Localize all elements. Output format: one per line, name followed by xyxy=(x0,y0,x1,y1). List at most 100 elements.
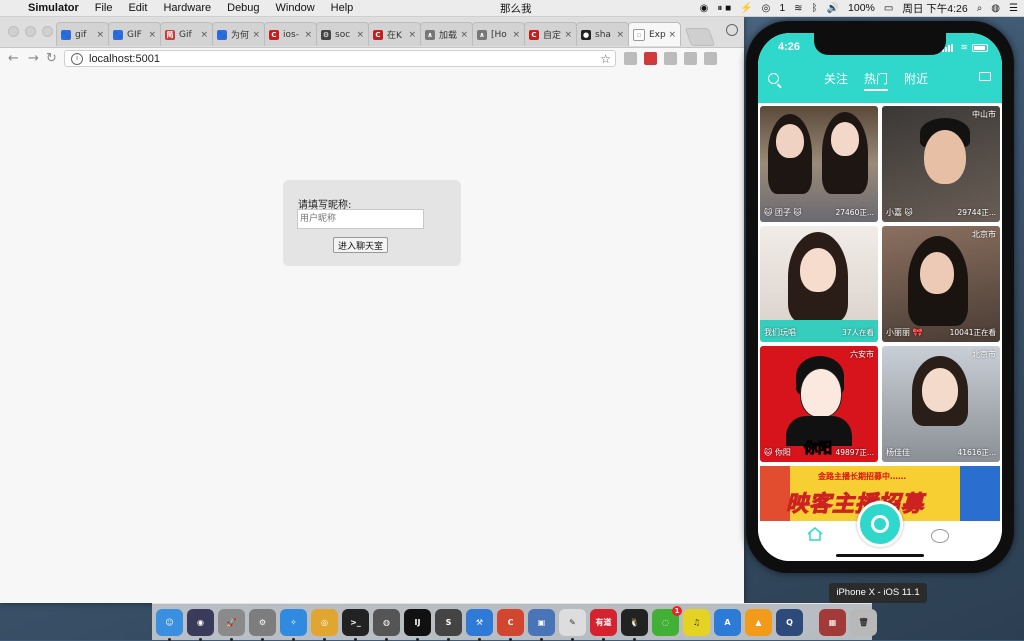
battery-percent[interactable]: 100% xyxy=(848,2,875,14)
siri-icon[interactable]: ◍ xyxy=(991,3,1000,14)
close-tab-icon[interactable]: × xyxy=(252,30,260,40)
menu-debug[interactable]: Debug xyxy=(227,2,259,14)
search-icon[interactable] xyxy=(768,73,779,84)
zoom-window-button[interactable] xyxy=(42,26,53,37)
volume-icon[interactable]: 🔊 xyxy=(827,3,839,14)
menu-app-name[interactable]: Simulator xyxy=(28,2,79,14)
lightning-icon[interactable]: ⚡ xyxy=(740,3,752,14)
menu-help[interactable]: Help xyxy=(331,2,354,14)
browser-tab[interactable]: ▫ Exp × xyxy=(628,22,681,46)
browser-tab[interactable]: ● sha × xyxy=(576,22,629,46)
address-bar[interactable]: i localhost:5001 ☆ xyxy=(64,50,616,67)
back-arrow-icon[interactable]: ← xyxy=(8,51,19,66)
reload-icon[interactable]: ↻ xyxy=(46,51,57,66)
close-tab-icon[interactable]: × xyxy=(512,30,520,40)
dock-app-wechat-icon[interactable]: ◌ 1 xyxy=(652,605,682,636)
browser-tab[interactable]: ∧ 加载 × xyxy=(420,22,473,46)
menu-hardware[interactable]: Hardware xyxy=(163,2,211,14)
bluetooth-icon[interactable]: ᛒ xyxy=(812,3,818,14)
tab-hot[interactable]: 热门 xyxy=(864,70,889,91)
minimize-window-button[interactable] xyxy=(25,26,36,37)
dock-app-sublime-icon[interactable]: S xyxy=(435,608,462,641)
close-tab-icon[interactable]: × xyxy=(668,30,676,40)
live-room-card[interactable]: 你阳 六安市 🐱 你阳 49897正... xyxy=(760,346,878,462)
browser-tab[interactable]: ∧ [Ho × xyxy=(472,22,525,46)
tab-nearby[interactable]: 附近 xyxy=(904,70,928,91)
browser-tab[interactable]: Cios- × xyxy=(264,22,317,46)
home-icon[interactable] xyxy=(807,527,823,541)
dock-app-intellij-icon[interactable]: IJ xyxy=(404,608,431,641)
dock-app-app-store-icon[interactable]: A xyxy=(714,608,741,636)
home-indicator[interactable] xyxy=(836,554,924,557)
extension-icon[interactable] xyxy=(664,52,677,65)
browser-tab[interactable]: C 在K × xyxy=(368,22,421,46)
menu-window[interactable]: Window xyxy=(276,2,315,14)
record-icon[interactable]: ◉ xyxy=(700,3,709,14)
menu-file[interactable]: File xyxy=(95,2,113,14)
dock-app-terminal-icon[interactable]: >_ xyxy=(342,608,369,641)
browser-tab[interactable]: C 自定 × xyxy=(524,22,577,46)
profile-icon[interactable] xyxy=(931,529,949,543)
message-icon[interactable] xyxy=(979,72,991,81)
media-controls-icon[interactable]: ⏸ ■ xyxy=(717,3,731,14)
close-tab-icon[interactable]: × xyxy=(356,30,364,40)
site-info-icon[interactable]: i xyxy=(71,52,83,65)
live-room-card[interactable]: 中山市 小嘉 🐱 29744正... xyxy=(882,106,1000,222)
close-tab-icon[interactable]: × xyxy=(304,30,312,40)
menu-edit[interactable]: Edit xyxy=(128,2,147,14)
dock-app-quicktime-icon[interactable]: Q xyxy=(776,608,803,636)
notification-center-icon[interactable]: ☰ xyxy=(1009,3,1018,14)
close-tab-icon[interactable]: × xyxy=(616,30,624,40)
browser-tab[interactable]: ⚙ soc × xyxy=(316,22,369,46)
close-window-button[interactable] xyxy=(8,26,19,37)
browser-tab[interactable]: 🐾 GIF × xyxy=(108,22,161,46)
dock-app-launchpad-icon[interactable]: 🚀 xyxy=(218,608,245,641)
extension-icon[interactable] xyxy=(684,52,697,65)
live-room-card[interactable]: 北京市 小丽丽 🎀 10041正在看 xyxy=(882,226,1000,342)
close-tab-icon[interactable]: × xyxy=(460,30,468,40)
close-tab-icon[interactable]: × xyxy=(408,30,416,40)
bookmark-star-icon[interactable]: ☆ xyxy=(600,52,611,66)
spotlight-icon[interactable]: ⌕ xyxy=(977,3,983,14)
dock-app-xcode-icon[interactable]: ⚒ xyxy=(466,608,493,641)
dock-app-system-preferences-icon[interactable]: ⚙ xyxy=(249,608,276,641)
dock-app-youdao-icon[interactable]: 有道 xyxy=(590,608,617,641)
dock-app-safari-icon[interactable]: ✧ xyxy=(280,608,307,641)
extension-icon[interactable] xyxy=(624,52,637,65)
wifi-icon[interactable]: ≋ xyxy=(794,3,802,14)
dock-app-vlc-icon[interactable]: ▲ xyxy=(745,608,772,636)
enter-chatroom-button[interactable]: 进入聊天室 xyxy=(333,237,388,253)
dock-app-preview-icon[interactable]: ▣ xyxy=(528,608,555,641)
live-room-card[interactable]: 🐱 团子 🐱 27460正... xyxy=(760,106,878,222)
close-tab-icon[interactable]: × xyxy=(564,30,572,40)
browser-tab[interactable]: 简 Gif × xyxy=(160,22,213,46)
tab-following[interactable]: 关注 xyxy=(824,70,848,91)
profile-icon[interactable] xyxy=(726,24,738,36)
nickname-input[interactable] xyxy=(297,209,424,229)
dock-app-trash-icon[interactable]: 🗑 xyxy=(850,608,877,636)
dock-app-music-icon[interactable]: ♫ xyxy=(683,608,710,636)
browser-tab[interactable]: 🐾 gif × xyxy=(56,22,109,46)
dock-app-photo-booth-icon[interactable]: ▦ xyxy=(819,608,846,636)
close-tab-icon[interactable]: × xyxy=(200,30,208,40)
dock-app-qq-icon[interactable]: 🐧 xyxy=(621,608,648,641)
dock-app-finder-icon[interactable]: ☺ xyxy=(156,608,183,641)
close-tab-icon[interactable]: × xyxy=(148,30,156,40)
close-tab-icon[interactable]: × xyxy=(96,30,104,40)
new-tab-button[interactable] xyxy=(684,28,716,46)
live-room-card[interactable]: 我们玩唱 37人在看 xyxy=(760,226,878,342)
dock-app-textedit-icon[interactable]: ✎ xyxy=(559,608,586,641)
dock-app-camera-icon[interactable]: ◍ xyxy=(373,608,400,641)
extension-icon[interactable] xyxy=(644,52,657,65)
extension-icon[interactable] xyxy=(704,52,717,65)
live-room-card[interactable]: 北京市 杨佳佳 41616正... xyxy=(882,346,1000,462)
dock-app-chrome-icon[interactable]: ◎ xyxy=(311,608,338,641)
start-live-button[interactable] xyxy=(857,501,903,547)
browser-tab[interactable]: 🐾 为何 × xyxy=(212,22,265,46)
dock-app-clion-icon[interactable]: C xyxy=(497,608,524,641)
wechat-tray-icon[interactable]: ◎ xyxy=(762,3,771,14)
dock-app-siri-icon[interactable]: ◉ xyxy=(187,608,214,641)
forward-arrow-icon[interactable]: → xyxy=(28,51,39,66)
menu-clock[interactable]: 周日 下午4:26 xyxy=(902,1,967,16)
input-source-user[interactable]: 那么我 xyxy=(500,1,532,16)
